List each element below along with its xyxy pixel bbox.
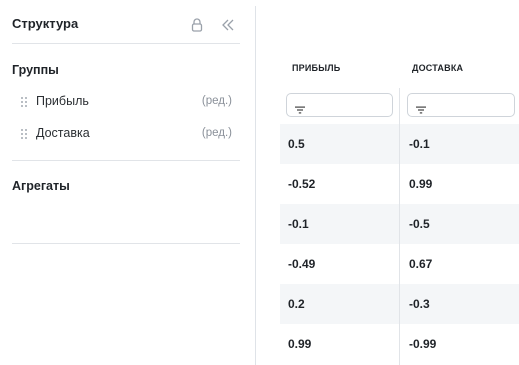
profit-cell: -0.52 (288, 177, 316, 191)
profit-filter-input[interactable] (286, 93, 393, 117)
group-item-profit[interactable]: Прибыль (ред.) (20, 91, 236, 111)
panel-header: Структура (12, 15, 240, 35)
profit-cell: -0.49 (288, 257, 316, 271)
column-separator (399, 88, 400, 365)
group-item-delivery[interactable]: Доставка (ред.) (20, 123, 236, 143)
column-header-profit[interactable]: ПРИБЫЛЬ (292, 48, 340, 88)
group-edit-link[interactable]: (ред.) (202, 125, 232, 141)
drag-handle-icon[interactable] (20, 127, 28, 139)
aggregates-title: Агрегаты (12, 179, 70, 193)
delivery-cell: 0.99 (409, 177, 433, 191)
group-item-label: Доставка (36, 126, 90, 140)
header-divider (12, 43, 240, 44)
delivery-cell: -0.5 (409, 217, 430, 231)
delivery-cell: -0.1 (409, 137, 430, 151)
delivery-filter-input[interactable] (407, 93, 515, 117)
group-item-label: Прибыль (36, 94, 89, 108)
aggregates-divider (12, 243, 240, 244)
delivery-cell: -0.99 (409, 337, 437, 351)
panel-separator (255, 6, 256, 365)
profit-cell: 0.99 (288, 337, 312, 351)
groups-title: Группы (12, 63, 59, 77)
profit-cell: 0.2 (288, 297, 305, 311)
filter-icon (295, 101, 305, 114)
groups-divider (12, 160, 240, 161)
delivery-cell: -0.3 (409, 297, 430, 311)
double-chevron-left-icon[interactable] (220, 17, 236, 33)
data-table: ПРИБЫЛЬ ДОСТАВКА 0.5 -0.1 -0.52 0.99 -0.… (280, 48, 519, 365)
filter-icon (416, 101, 426, 114)
group-edit-link[interactable]: (ред.) (202, 93, 232, 109)
column-header-delivery[interactable]: ДОСТАВКА (412, 48, 463, 88)
structure-panel: Структура Группы Прибыль (ред.) Доставка… (0, 0, 250, 365)
lock-icon[interactable] (190, 17, 204, 33)
profit-cell: -0.1 (288, 217, 309, 231)
drag-handle-icon[interactable] (20, 95, 28, 107)
delivery-cell: 0.67 (409, 257, 433, 271)
panel-title: Структура (12, 16, 79, 31)
profit-cell: 0.5 (288, 137, 305, 151)
